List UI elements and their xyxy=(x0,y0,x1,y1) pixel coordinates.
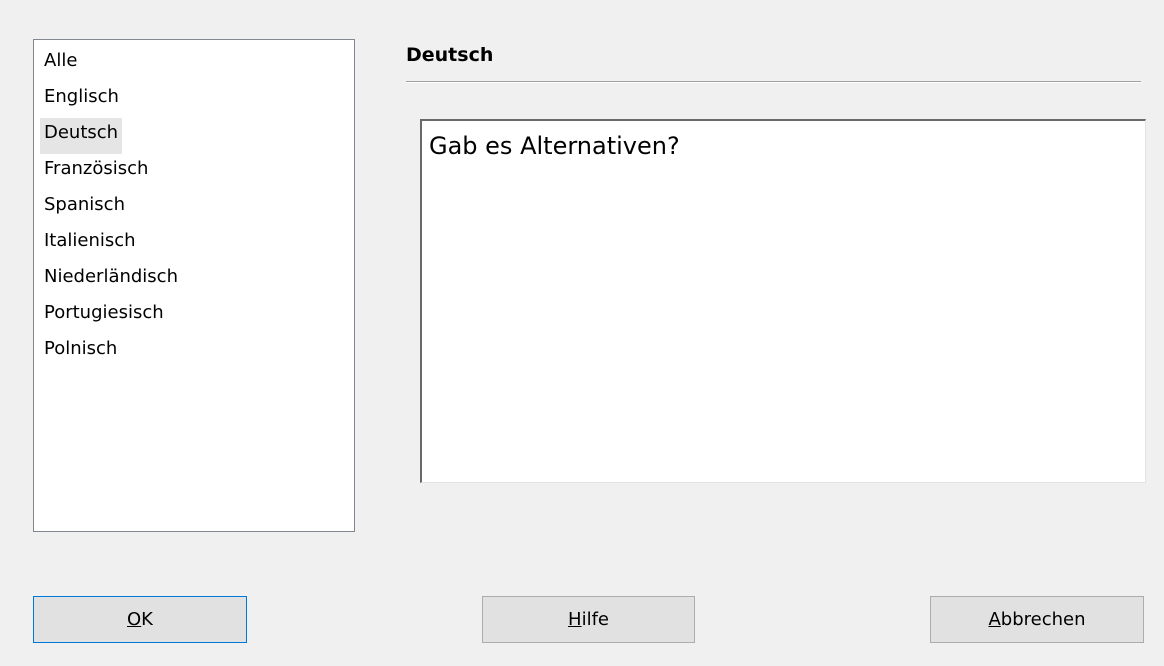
ok-button-label: K xyxy=(141,609,153,630)
help-button-mnemonic: H xyxy=(568,609,582,630)
help-button-label: ilfe xyxy=(581,609,609,630)
language-listbox[interactable]: Alle Englisch Deutsch Französisch Spanis… xyxy=(33,39,355,532)
cancel-button-label: bbrechen xyxy=(1000,609,1086,630)
language-item-portugiesisch[interactable]: Portugiesisch xyxy=(40,298,168,334)
language-item-niederlaendisch[interactable]: Niederländisch xyxy=(40,262,182,298)
language-item-italienisch[interactable]: Italienisch xyxy=(40,226,140,262)
language-item-franzoesisch[interactable]: Französisch xyxy=(40,154,152,190)
ok-button[interactable]: OK xyxy=(33,596,247,643)
ok-button-mnemonic: O xyxy=(127,609,142,630)
language-item-polnisch[interactable]: Polnisch xyxy=(40,334,121,370)
language-item-deutsch[interactable]: Deutsch xyxy=(40,118,123,154)
cancel-button[interactable]: Abbrechen xyxy=(930,596,1144,643)
language-item-englisch[interactable]: Englisch xyxy=(40,82,123,118)
translation-text-area[interactable]: Gab es Alternativen? xyxy=(420,119,1146,483)
language-item-spanisch[interactable]: Spanisch xyxy=(40,190,129,226)
section-title: Deutsch xyxy=(406,44,494,66)
cancel-button-mnemonic: A xyxy=(988,609,1001,630)
section-divider xyxy=(406,81,1141,83)
help-button[interactable]: Hilfe xyxy=(482,596,695,643)
language-item-alle[interactable]: Alle xyxy=(40,46,81,82)
